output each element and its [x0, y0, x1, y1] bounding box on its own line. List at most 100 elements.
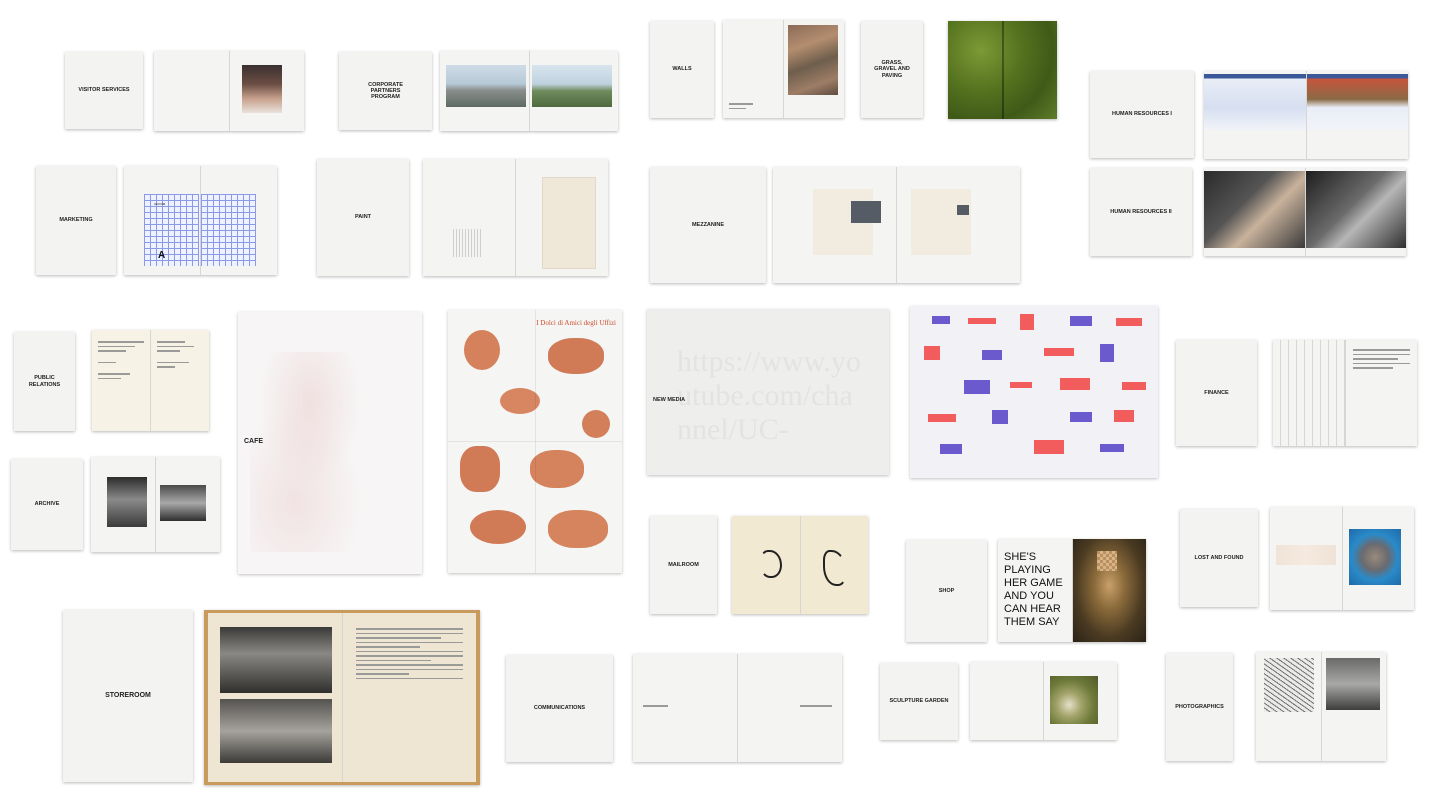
spread-left-page	[633, 654, 738, 762]
spread-right-page	[1044, 662, 1117, 740]
visitor-services-spread	[154, 51, 304, 131]
chart-bar	[1020, 314, 1034, 330]
perspective-engraving	[1264, 658, 1314, 712]
spread-right-page	[201, 166, 277, 275]
spread-left-page	[773, 167, 897, 283]
note-photo	[542, 177, 596, 269]
spread-left-page: AECOM A	[124, 166, 201, 275]
pastry	[500, 388, 540, 414]
spread-left-page	[732, 516, 801, 614]
walls-spread	[723, 20, 844, 118]
cafe-pastry-poster: I Dolci di Amici degli Uffizi	[448, 310, 622, 573]
human-resources-1-spread	[1204, 71, 1408, 159]
archive-spread	[91, 457, 220, 552]
spread-right-page	[151, 330, 209, 431]
cover-title: GRASS, GRAVEL AND PAVING	[874, 60, 910, 79]
communications-cover: COMMUNICATIONS	[506, 655, 613, 762]
spread-right-page	[897, 167, 1020, 283]
text-columns	[355, 625, 463, 682]
pastry	[548, 338, 604, 374]
marketing-cover: MARKETING	[36, 166, 116, 275]
pet-photo	[1348, 529, 1401, 585]
public-relations-cover: PUBLIC RELATIONS	[14, 332, 75, 431]
spread-right-page	[1321, 652, 1386, 761]
sculpture-garden-spread	[970, 662, 1117, 740]
chart-bar	[1100, 444, 1124, 452]
poster-title: I Dolci di Amici degli Uffizi	[536, 319, 616, 327]
chart-bar	[992, 410, 1008, 424]
grid-letter: A	[158, 250, 166, 261]
photographics-cover: PHOTOGRAPHICS	[1166, 653, 1233, 761]
cover-title: PHOTOGRAPHICS	[1175, 703, 1224, 710]
cover-title: COMMUNICATIONS	[533, 705, 586, 712]
sculpture-garden-cover: SCULPTURE GARDEN	[880, 663, 958, 740]
chart-bar	[1114, 410, 1134, 422]
brush-photo	[453, 229, 481, 257]
human-resources-2-spread	[1204, 168, 1406, 256]
spread-right-page	[738, 654, 842, 762]
url-watermark: https://www.youtube.com/channel/UC-	[677, 345, 861, 446]
map-snippet	[1276, 545, 1336, 565]
spread-right-page	[784, 20, 844, 118]
spread-left-page	[423, 159, 516, 276]
archive-photo	[107, 477, 147, 527]
aerial-photo	[1050, 676, 1098, 724]
text-lines	[156, 338, 203, 371]
cover-title: WALLS	[672, 66, 692, 73]
photographics-spread	[1256, 652, 1386, 761]
chart-bar	[964, 380, 990, 394]
chart-bar	[982, 350, 1002, 360]
caption-line	[800, 702, 832, 710]
human-resources-2-cover: HUMAN RESOURCES II	[1090, 168, 1192, 256]
chart-bar	[1122, 382, 1146, 390]
signature-mark	[822, 550, 847, 586]
finance-cover: FINANCE	[1176, 340, 1257, 446]
chart-bar	[940, 444, 962, 454]
mailroom-cover: MAILROOM	[650, 516, 717, 614]
chart-bar	[928, 414, 956, 422]
chart-bar	[1044, 348, 1074, 356]
storeroom-cover: STOREROOM	[63, 610, 193, 782]
cover-title: PAINT	[354, 214, 372, 221]
chart-poster	[910, 306, 1158, 478]
cover-title: MAILROOM	[668, 561, 699, 568]
signature-mark	[760, 550, 782, 578]
cover-title: NEW MEDIA	[653, 397, 686, 403]
spread-left-page	[1256, 652, 1322, 761]
cafe-poster: CAFE	[238, 312, 422, 574]
spread-left-page	[1273, 340, 1346, 446]
faint-pastry-illustration	[250, 352, 400, 552]
chart-bar	[1070, 412, 1092, 422]
chart-bar	[932, 316, 950, 324]
shop-spread: SHE'S PLAYING HER GAME AND YOU CAN HEAR …	[998, 539, 1146, 642]
marketing-spread: AECOM A	[124, 166, 277, 275]
chart-bar	[968, 318, 996, 324]
cover-title: VISITOR SERVICES	[78, 87, 130, 94]
chart-bar	[1116, 318, 1142, 326]
chart-bar	[1100, 344, 1114, 362]
spread-right-page	[342, 613, 476, 782]
human-resources-1-cover: HUMAN RESOURCES I	[1090, 71, 1194, 158]
storeroom-spread	[204, 610, 480, 785]
pastry	[582, 410, 610, 438]
cover-title: ARCHIVE	[34, 501, 60, 508]
mezzanine-spread	[773, 167, 1020, 283]
spread-right-page	[156, 457, 220, 552]
pastry	[464, 330, 500, 370]
lost-and-found-cover: LOST AND FOUND	[1180, 509, 1258, 607]
new-media-poster: https://www.youtube.com/channel/UC- NEW …	[647, 309, 889, 475]
video-still	[1305, 171, 1406, 248]
inset-photo	[851, 201, 881, 223]
cover-title: FINANCE	[1204, 389, 1229, 396]
spread-left-page	[1204, 71, 1307, 159]
chart-bar	[1010, 382, 1032, 388]
mailroom-spread	[732, 516, 868, 614]
paint-spread	[423, 159, 608, 276]
spread-right-page	[800, 516, 868, 614]
public-relations-spread	[92, 330, 209, 431]
text-lines	[1352, 346, 1410, 372]
archive-cover: ARCHIVE	[11, 459, 83, 550]
text-lines	[97, 338, 145, 382]
spread-right-page	[229, 51, 304, 131]
cover-title: STOREROOM	[105, 691, 151, 699]
